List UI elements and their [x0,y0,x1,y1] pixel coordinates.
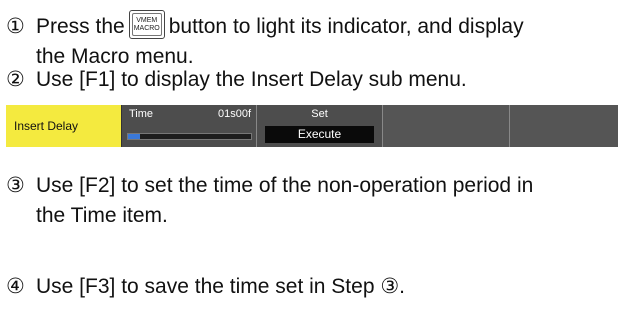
step-text: Use [F1] to display the Insert Delay sub… [36,68,467,91]
step-number: ④ [6,275,25,298]
step-text: Use [F2] to set the time of the non-oper… [36,174,534,197]
step-4: ④ Use [F3] to save the time set in Step ③… [6,272,405,302]
menu-empty-slot [383,105,510,147]
set-label: Set [311,108,328,120]
time-progress-fill [128,134,141,139]
insert-delay-menu-bar: Insert Delay Time 01s00f Set Execute [6,105,618,147]
step-number: ① [6,15,25,38]
time-progress-bar [127,133,252,140]
step-3-line-2: the Time item. [36,204,168,227]
vmem-macro-button-icon: VMEM MACRO [128,10,165,39]
menu-empty-slot [510,105,618,147]
time-value: 01s00f [217,108,251,120]
step-3: ③ Use [F2] to set the time of the non-ope… [6,171,533,231]
time-label: Time [129,108,154,120]
button-icon-line-1: VMEM [136,17,158,24]
step-3-line-1: ③ Use [F2] to set the time of the non-ope… [6,171,533,201]
step-text: Press the [36,15,125,38]
step-number: ② [6,68,25,91]
step-number: ③ [6,174,25,197]
button-icon-line-2: MACRO [133,25,160,32]
step-2: ② Use [F1] to display the Insert Delay su… [6,65,467,95]
step-text: button to light its indicator, and displ… [168,15,524,38]
step-text: Use [F3] to save the time set in Step ③. [36,275,405,298]
step-1-line-1: ① Press the VMEM MACRO button to light its i… [6,10,524,42]
menu-title: Insert Delay [6,105,122,147]
set-item: Set Execute [257,105,383,147]
time-item[interactable]: Time 01s00f [122,105,257,147]
execute-button[interactable]: Execute [265,126,374,143]
step-1: ① Press the VMEM MACRO button to light its i… [6,10,524,72]
